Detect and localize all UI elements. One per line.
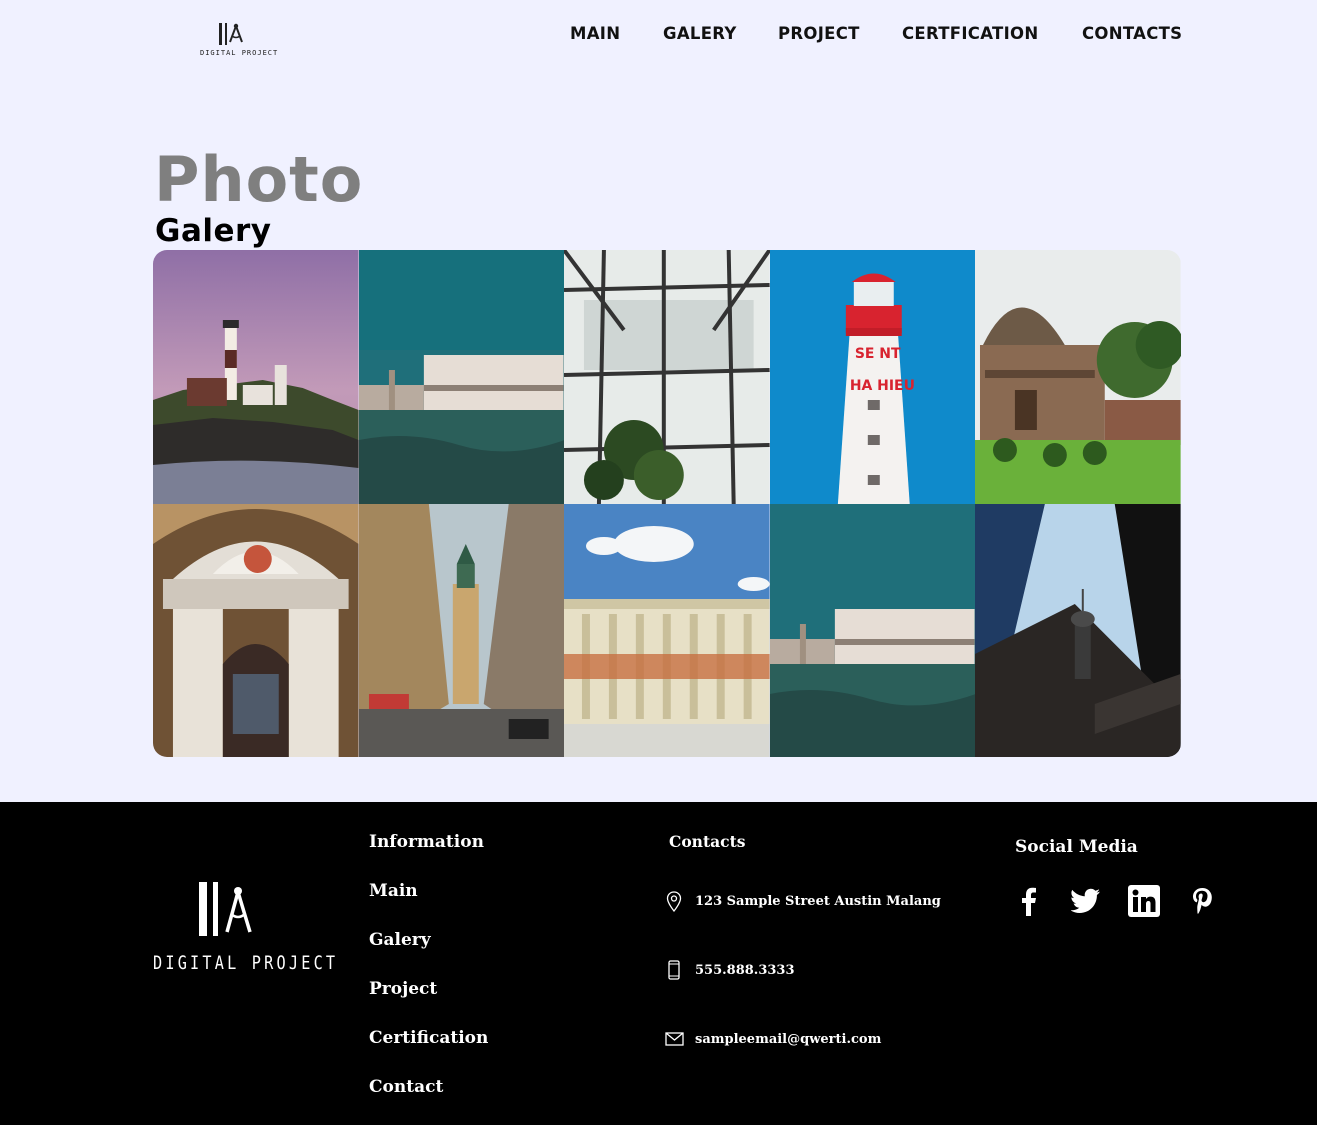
footer-link-certification[interactable]: Certification (369, 1028, 488, 1048)
nav-main[interactable]: MAIN (570, 24, 620, 43)
skyscrapers-tower-photo[interactable] (975, 504, 1181, 757)
photo-gallery: SE NT HA HIEU (153, 250, 1181, 757)
greenhouse-roof-photo[interactable] (564, 250, 770, 504)
nav-project[interactable]: PROJECT (778, 24, 860, 43)
facebook-icon[interactable] (1012, 884, 1044, 918)
page-title: Photo (154, 143, 364, 216)
footer-link-project[interactable]: Project (369, 979, 437, 999)
contact-email: sampleemail@qwerti.com (664, 1028, 881, 1050)
footer-logo[interactable]: DIGITAL PROJECT (153, 882, 339, 974)
contact-phone: 555.888.3333 (664, 959, 795, 981)
pinterest-icon[interactable] (1186, 884, 1218, 918)
address-text: 123 Sample Street Austin Malang (695, 893, 941, 909)
location-pin-icon (664, 890, 684, 912)
lighthouse-cliff-photo[interactable] (153, 250, 359, 504)
city-street-photo[interactable] (358, 504, 565, 757)
phone-text[interactable]: 555.888.3333 (695, 963, 795, 978)
venice-palace-photo[interactable] (358, 250, 565, 504)
social-media-heading: Social Media (1015, 837, 1138, 857)
header-logo[interactable]: DIGITAL PROJECT (200, 22, 279, 64)
footer-link-contact[interactable]: Contact (369, 1077, 443, 1097)
logo-mark-icon (198, 882, 252, 936)
phone-icon (664, 959, 684, 981)
linkedin-icon[interactable] (1128, 884, 1160, 918)
venice-palace-photo-2[interactable] (769, 504, 976, 757)
site-footer: DIGITAL PROJECT Information Main Galery … (0, 802, 1317, 1125)
logo-text: DIGITAL PROJECT (200, 49, 279, 57)
email-text[interactable]: sampleemail@qwerti.com (695, 1032, 881, 1047)
footer-logo-text: DIGITAL PROJECT (153, 952, 339, 974)
nav-contacts[interactable]: CONTACTS (1082, 24, 1182, 43)
social-icons (1012, 884, 1244, 918)
email-icon (664, 1028, 684, 1050)
footer-link-galery[interactable]: Galery (369, 930, 431, 950)
logo-mark-icon (219, 23, 243, 45)
twitter-icon[interactable] (1070, 884, 1102, 918)
page-subtitle: Galery (155, 213, 272, 249)
information-heading: Information (369, 832, 484, 852)
contacts-heading: Contacts (669, 832, 746, 851)
footer-link-main[interactable]: Main (369, 881, 418, 901)
svg-text:SE NT: SE NT (855, 346, 901, 362)
contact-address: 123 Sample Street Austin Malang (664, 890, 941, 912)
red-white-lighthouse-photo[interactable]: SE NT HA HIEU (769, 250, 976, 504)
nav-certification[interactable]: CERTFICATION (902, 24, 1038, 43)
colonnade-building-photo[interactable] (564, 504, 770, 757)
church-interior-photo[interactable] (153, 504, 359, 757)
nav-galery[interactable]: GALERY (663, 24, 737, 43)
domed-tomb-photo[interactable] (975, 250, 1181, 504)
svg-text:HA HIEU: HA HIEU (850, 378, 915, 394)
